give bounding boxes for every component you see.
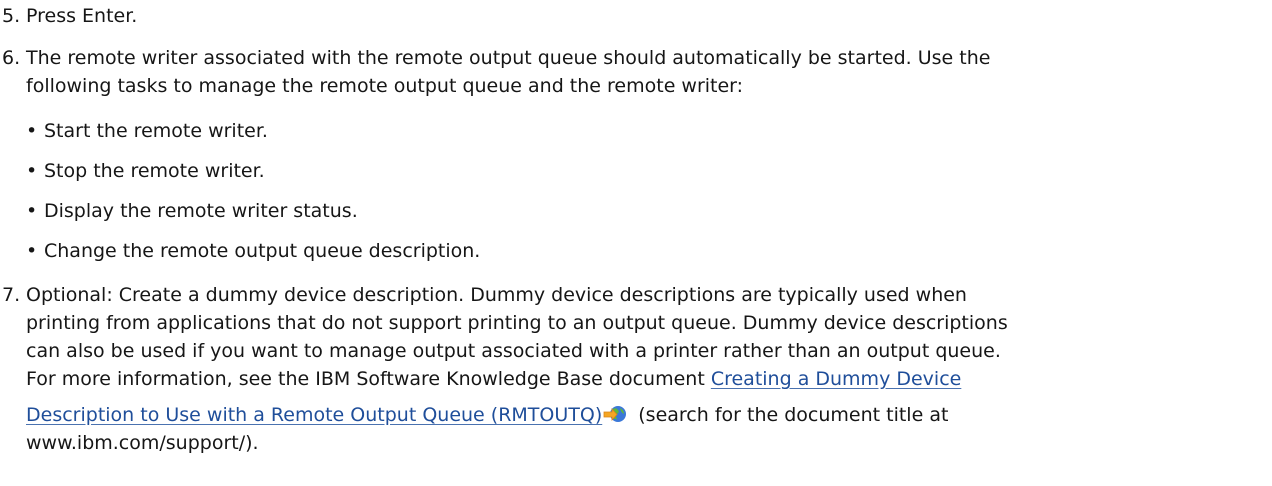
step-text-line: Optional: Create a dummy device descript… <box>26 284 967 306</box>
step-7: 7. Optional: Create a dummy device descr… <box>0 281 1272 481</box>
list-item: • Display the remote writer status. <box>26 197 1226 225</box>
step-text-line: www.ibm.com/support/). <box>26 432 259 454</box>
step-text-line: printing from applications that do not s… <box>26 312 1008 334</box>
list-item: • Stop the remote writer. <box>26 157 1226 185</box>
list-item-text: Stop the remote writer. <box>44 160 265 182</box>
step-text-line: The remote writer associated with the re… <box>26 47 991 69</box>
kb-document-link[interactable]: Creating a Dummy Device <box>711 368 962 390</box>
bullet-icon: • <box>26 120 38 142</box>
bullet-icon: • <box>26 160 38 182</box>
step-text-line: For more information, see the IBM Softwa… <box>26 365 1254 401</box>
list-item: • Change the remote output queue descript… <box>26 237 1226 265</box>
document-page: 5. Press Enter. 6. The remote writer ass… <box>0 0 1272 486</box>
list-item-text: Display the remote writer status. <box>44 200 358 222</box>
list-item-text: Start the remote writer. <box>44 120 268 142</box>
list-item: • Start the remote writer. <box>26 117 1226 145</box>
step-text: The remote writer associated with the re… <box>26 44 1254 100</box>
step-text-line: Description to Use with a Remote Output … <box>26 401 1254 429</box>
bullet-icon: • <box>26 200 38 222</box>
step-text-line: can also be used if you want to manage o… <box>26 340 1001 362</box>
step-number: 5. <box>2 5 21 27</box>
kb-document-link-continued[interactable]: Description to Use with a Remote Output … <box>26 404 602 426</box>
external-link-icon[interactable] <box>603 403 627 433</box>
step-text-line: following tasks to manage the remote out… <box>26 75 744 97</box>
step-text-segment: For more information, see the IBM Softwa… <box>26 368 711 390</box>
step-text-segment: (search for the document title at <box>632 404 949 426</box>
step-text: Optional: Create a dummy device descript… <box>26 281 1254 457</box>
list-item-text: Change the remote output queue descripti… <box>44 240 481 262</box>
bullet-icon: • <box>26 240 38 262</box>
step-text: Press Enter. <box>26 5 138 27</box>
step-number: 6. <box>2 47 21 69</box>
step-5: 5. Press Enter. <box>0 2 1272 30</box>
step-number: 7. <box>2 284 21 306</box>
